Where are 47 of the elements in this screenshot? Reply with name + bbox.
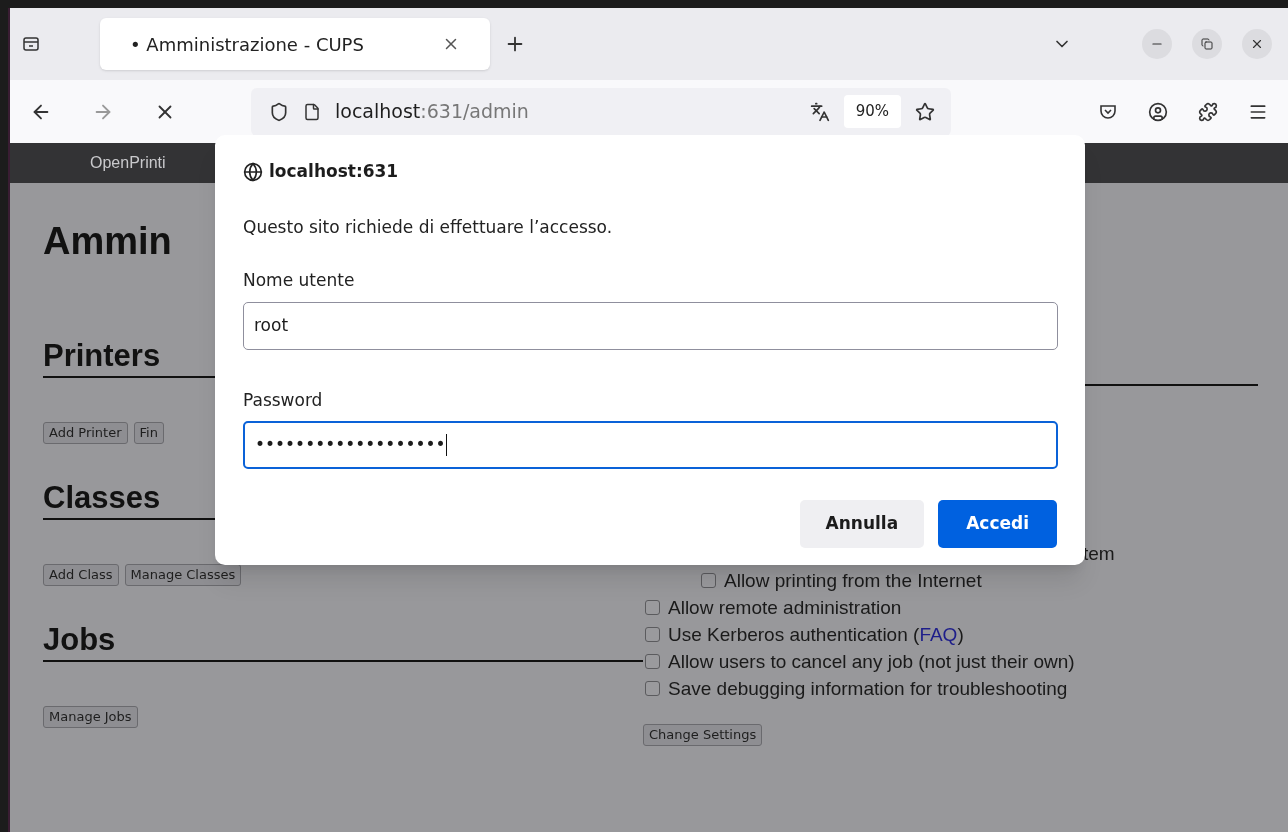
setting-label: Allow users to cancel any job (not just their own) [668, 650, 1075, 674]
translate-icon[interactable] [809, 101, 830, 122]
close-icon [1250, 37, 1264, 51]
bookmark-star-icon[interactable] [915, 101, 935, 122]
section-heading: Printers [43, 338, 161, 374]
field-label: Password [243, 388, 324, 412]
globe-icon [243, 161, 263, 182]
checkbox[interactable] [645, 681, 660, 696]
checkbox[interactable] [701, 573, 716, 588]
checkbox[interactable] [645, 627, 660, 642]
tab-title: • Amministrazione - CUPS [130, 32, 364, 57]
url-text: localhost:631/admin [335, 99, 529, 125]
setting-label: Use Kerberos authentication (FAQ) [668, 623, 964, 647]
dialog-origin: localhost:631 [269, 160, 399, 183]
page-title: Ammin [43, 219, 172, 263]
checkbox[interactable] [645, 654, 660, 669]
dialog-message: Questo sito richiede di effettuare l’accesso. [243, 215, 614, 239]
zoom-level[interactable]: 90% [843, 95, 901, 128]
section-heading: Jobs [43, 622, 116, 658]
section-heading: Classes [43, 480, 161, 516]
page-button[interactable]: Manage Jobs [43, 706, 138, 728]
account-icon[interactable] [1148, 101, 1168, 122]
setting-label: tem [1083, 542, 1115, 566]
page-button[interactable]: Add Printer [43, 422, 128, 444]
extensions-icon[interactable] [1198, 101, 1218, 122]
dialog-button[interactable]: Accedi [938, 500, 1057, 548]
input-field[interactable]: root [243, 301, 1058, 350]
browser-tab[interactable]: • Amministrazione - CUPS [100, 18, 490, 70]
restore-icon [1201, 38, 1213, 50]
dialog-button[interactable]: Annulla [799, 500, 925, 548]
field-label: Nome utente [243, 269, 356, 292]
shield-icon[interactable] [269, 101, 289, 122]
input-field[interactable]: ••••••••••••••••••• [243, 421, 1058, 469]
address-bar[interactable]: localhost:631/admin 90% [251, 87, 951, 136]
restore-button[interactable] [1192, 29, 1222, 59]
page-button[interactable]: Add Class [43, 564, 119, 586]
tab-list-icon[interactable] [22, 35, 40, 53]
setting-label: Save debugging information for troubleshooting [668, 677, 1068, 701]
header-link[interactable]: OpenPrinti [90, 151, 166, 175]
page-button[interactable]: Fin [133, 422, 164, 444]
faq-link[interactable]: FAQ [919, 624, 958, 645]
page-button[interactable]: Change Settings [643, 724, 763, 746]
setting-label: Allow remote administration [668, 596, 902, 620]
page-icon[interactable] [303, 102, 321, 121]
setting-label: Allow printing from the Internet [724, 569, 982, 593]
checkbox[interactable] [645, 600, 660, 615]
page-button[interactable]: Manage Classes [124, 564, 242, 586]
